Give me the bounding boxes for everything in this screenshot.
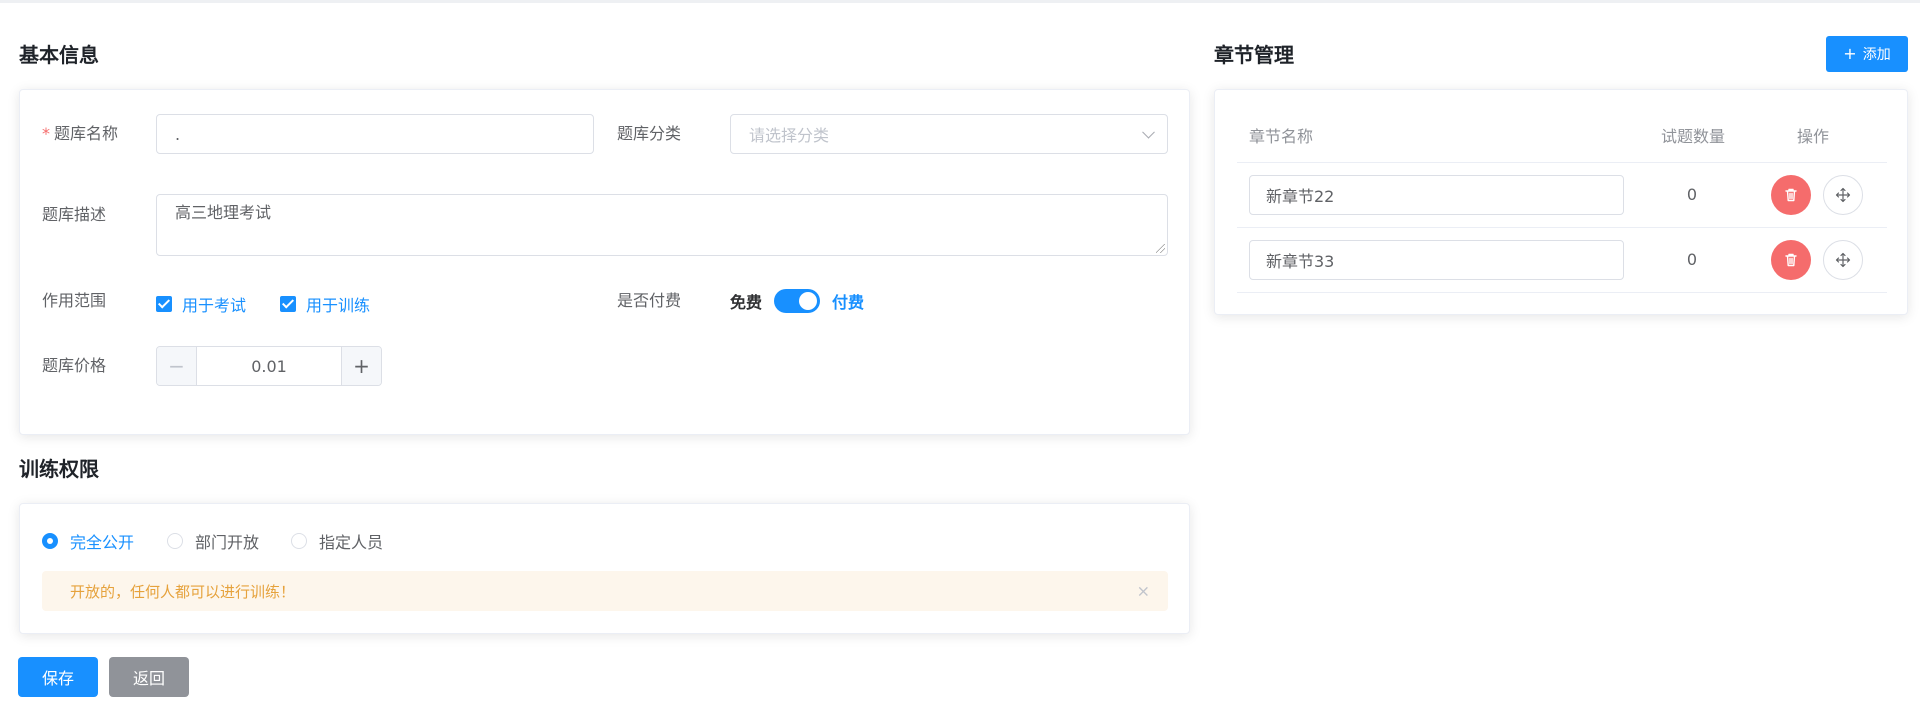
basic-info-title: 基本信息: [19, 43, 99, 67]
radio-department[interactable]: 部门开放: [167, 529, 259, 553]
radio-unchecked-icon: [167, 533, 183, 549]
scope-training-checkbox[interactable]: 用于训练: [280, 292, 370, 316]
chapters-title: 章节管理: [1214, 43, 1294, 67]
plus-button[interactable]: +: [341, 347, 381, 385]
drag-chapter-button[interactable]: [1823, 175, 1863, 215]
trash-icon: [1785, 253, 1797, 267]
trash-icon: [1785, 188, 1797, 202]
col-chapter-name: 章节名称: [1249, 127, 1314, 146]
desc-label: 题库描述: [42, 205, 107, 224]
basic-info-card: * 题库名称 . 题库分类 请选择分类 题库描述 高三地理考试 作用范围 用于考试…: [19, 89, 1190, 435]
plus-icon: +: [1843, 44, 1857, 63]
category-select[interactable]: 请选择分类: [730, 114, 1168, 154]
chapter-name-input[interactable]: 新章节33: [1249, 240, 1624, 280]
chapters-card: 章节名称 试题数量 操作 新章节22 0 新章节33 0: [1214, 89, 1908, 315]
table-divider: [1237, 162, 1887, 163]
price-input[interactable]: 0.01: [197, 347, 341, 385]
paid-switch-group: 免费 付费: [730, 289, 864, 313]
col-question-count: 试题数量: [1661, 127, 1726, 146]
paid-label: 是否付费: [617, 291, 682, 310]
bank-name-input[interactable]: .: [156, 114, 594, 154]
save-button[interactable]: 保存: [18, 657, 98, 697]
name-label: * 题库名称: [42, 124, 119, 143]
category-label: 题库分类: [617, 124, 682, 143]
description-textarea[interactable]: 高三地理考试: [156, 194, 1168, 256]
price-label: 题库价格: [42, 356, 107, 375]
paid-switch[interactable]: [774, 289, 821, 313]
delete-chapter-button[interactable]: [1771, 240, 1811, 280]
training-title: 训练权限: [19, 457, 99, 481]
table-row-divider: [1237, 292, 1887, 293]
chapter-question-count: 0: [1686, 250, 1698, 269]
minus-button[interactable]: −: [157, 347, 197, 385]
public-alert: 开放的，任何人都可以进行训练！ ×: [42, 571, 1168, 611]
training-card: 完全公开 部门开放 指定人员 开放的，任何人都可以进行训练！ ×: [19, 503, 1190, 634]
chapter-question-count: 0: [1686, 185, 1698, 204]
move-icon: [1835, 252, 1851, 268]
price-stepper: − 0.01 +: [156, 346, 382, 386]
col-actions: 操作: [1797, 127, 1830, 146]
checkbox-checked-icon: [156, 296, 172, 312]
table-row-divider: [1237, 227, 1887, 228]
radio-unchecked-icon: [291, 533, 307, 549]
radio-public[interactable]: 完全公开: [42, 529, 134, 553]
radio-specified[interactable]: 指定人员: [291, 529, 383, 553]
scope-label: 作用范围: [42, 291, 107, 310]
radio-checked-icon: [42, 533, 58, 549]
delete-chapter-button[interactable]: [1771, 175, 1811, 215]
back-button[interactable]: 返回: [109, 657, 189, 697]
scope-exam-checkbox[interactable]: 用于考试: [156, 292, 246, 316]
checkbox-checked-icon: [280, 296, 296, 312]
top-divider: [0, 0, 1920, 3]
chapter-name-input[interactable]: 新章节22: [1249, 175, 1624, 215]
move-icon: [1835, 187, 1851, 203]
chevron-down-icon: [1142, 125, 1155, 139]
add-chapter-button[interactable]: + 添加: [1826, 36, 1908, 72]
resize-grip-icon[interactable]: [1156, 244, 1165, 253]
close-icon[interactable]: ×: [1137, 582, 1150, 601]
drag-chapter-button[interactable]: [1823, 240, 1863, 280]
